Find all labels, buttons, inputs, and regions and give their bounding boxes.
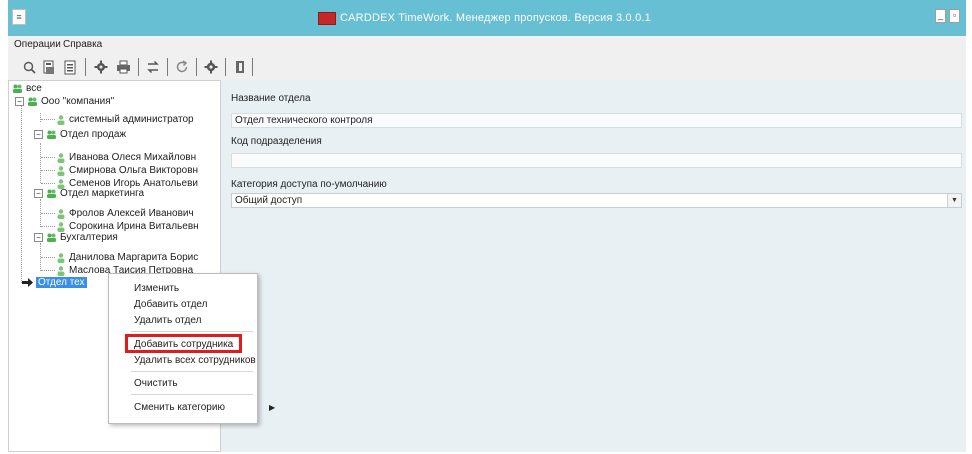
chevron-down-icon[interactable]: ▼	[947, 194, 961, 207]
tree-node-label: Отдел маркетинга	[60, 188, 145, 199]
title-wrap: CARDDEX TimeWork. Менеджер пропусков. Ве…	[318, 10, 651, 26]
user-icon	[57, 114, 65, 125]
app-window: ≡ CARDDEX TimeWork. Менеджер пропусков. …	[8, 0, 966, 452]
group-icon	[47, 189, 56, 198]
tree-node-label: Смирнова Ольга Викторовн	[69, 165, 199, 176]
arrow-right-icon	[22, 278, 33, 287]
tree-node-label: Иванова Олеся Михайловн	[69, 152, 197, 163]
collapse-icon[interactable]: −	[34, 189, 43, 198]
menu-item-add-employee[interactable]: Добавить сотрудника	[134, 339, 233, 350]
menu-item-edit[interactable]: Изменить	[134, 283, 179, 294]
refresh-icon[interactable]	[173, 58, 191, 76]
tree-node-label: все	[26, 83, 42, 94]
menu-separator	[131, 331, 253, 332]
department-name-field[interactable]: Отдел технического контроля	[231, 113, 962, 128]
exit-icon[interactable]	[231, 58, 249, 76]
tree-node-label: Ооо "компания"	[41, 96, 115, 107]
access-category-value: Общий доступ	[235, 195, 303, 206]
toolbar-separator	[225, 58, 226, 76]
user-icon	[57, 152, 65, 163]
tree-node-employee[interactable]: Иванова Олеся Михайловн	[57, 151, 196, 164]
pass-add-icon[interactable]	[40, 58, 58, 76]
tree-node-label: Бухгалтерия	[60, 232, 118, 243]
gear-icon[interactable]	[202, 58, 220, 76]
access-category-label: Категория доступа по-умолчанию	[231, 179, 387, 190]
tree-node-admin[interactable]: системный администратор	[57, 113, 194, 126]
department-details: Название отдела Отдел технического контр…	[221, 80, 966, 452]
minimize-button[interactable]: _	[935, 9, 946, 23]
tree-node-department[interactable]: − Бухгалтерия	[34, 231, 118, 244]
access-category-select[interactable]: Общий доступ ▼	[231, 193, 962, 208]
tree-node-department[interactable]: − Отдел маркетинга	[34, 187, 144, 200]
department-name-label: Название отдела	[231, 93, 311, 104]
menu-item-clear[interactable]: Очистить	[134, 378, 178, 389]
app-logo-icon	[318, 11, 336, 25]
menu-item-change-category[interactable]: Сменить категорию	[134, 402, 225, 413]
pass-edit-icon[interactable]	[61, 58, 79, 76]
group-icon	[28, 97, 37, 106]
tree-node-label: Отдел продаж	[60, 129, 127, 140]
transfer-icon[interactable]	[144, 58, 162, 76]
menu-item-add-department[interactable]: Добавить отдел	[134, 299, 207, 310]
tree-node-label: Данилова Маргарита Борис	[69, 252, 199, 263]
department-code-field[interactable]	[231, 153, 962, 168]
menu-item-delete-department[interactable]: Удалить отдел	[134, 315, 201, 326]
submenu-arrow-icon: ▶	[269, 403, 276, 412]
tree-node-company[interactable]: − Ооо "компания"	[15, 95, 114, 108]
restore-button[interactable]: ▫	[949, 9, 960, 23]
window-title: CARDDEX TimeWork. Менеджер пропусков. Ве…	[340, 12, 651, 24]
tree-node-label: Фролов Алексей Иванович	[69, 208, 194, 219]
user-icon	[57, 252, 65, 263]
tree-node-label: системный администратор	[69, 114, 194, 125]
group-icon	[47, 233, 56, 242]
collapse-icon[interactable]: −	[34, 233, 43, 242]
tree-node-label: Отдел тех	[36, 277, 87, 288]
tree-node-employee[interactable]: Фролов Алексей Иванович	[57, 207, 194, 220]
toolbar-separator	[138, 58, 139, 76]
menu-bar: Операции Справка	[8, 36, 966, 54]
system-menu-icon[interactable]: ≡	[12, 9, 26, 25]
menu-separator	[131, 371, 253, 372]
print-icon[interactable]	[114, 58, 132, 76]
user-icon	[57, 221, 65, 232]
toolbar-separator	[196, 58, 197, 76]
menu-help[interactable]: Справка	[63, 39, 102, 50]
user-icon	[57, 265, 65, 276]
user-icon	[57, 165, 65, 176]
toolbar-separator	[252, 58, 253, 76]
tree-node-root[interactable]: все	[12, 82, 42, 95]
search-icon[interactable]	[20, 58, 38, 76]
menu-operations[interactable]: Операции	[14, 39, 61, 50]
group-icon	[47, 130, 56, 139]
department-code-label: Код подразделения	[231, 136, 322, 147]
menu-item-delete-all-employees[interactable]: Удалить всех сотрудников	[134, 355, 256, 366]
toolbar	[8, 54, 966, 80]
tree-node-selected[interactable]: Отдел тех	[22, 276, 87, 289]
settings-icon[interactable]	[92, 58, 110, 76]
collapse-icon[interactable]: −	[15, 97, 24, 106]
user-icon	[57, 208, 65, 219]
toolbar-separator	[85, 58, 86, 76]
title-bar[interactable]: ≡ CARDDEX TimeWork. Менеджер пропусков. …	[8, 0, 966, 36]
group-icon	[13, 84, 22, 93]
context-menu: Изменить Добавить отдел Удалить отдел До…	[108, 273, 258, 424]
collapse-icon[interactable]: −	[34, 130, 43, 139]
tree-node-department[interactable]: − Отдел продаж	[34, 128, 126, 141]
toolbar-separator	[167, 58, 168, 76]
menu-separator	[131, 394, 253, 395]
tree-node-employee[interactable]: Данилова Маргарита Борис	[57, 251, 198, 264]
tree-node-employee[interactable]: Смирнова Ольга Викторовн	[57, 164, 198, 177]
